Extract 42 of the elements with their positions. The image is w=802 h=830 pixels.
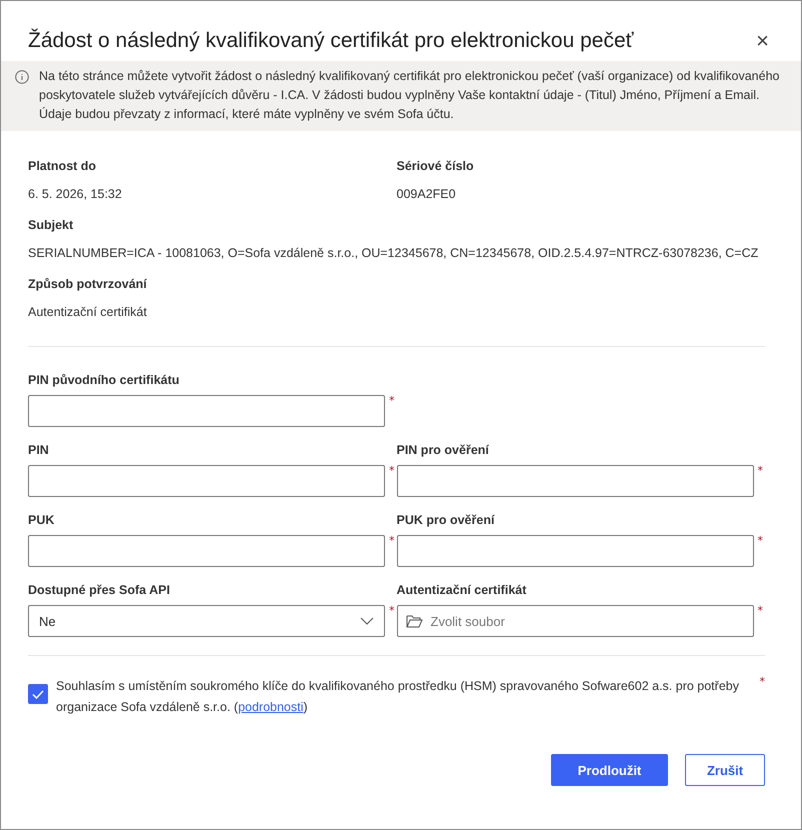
details-link[interactable]: podrobnosti xyxy=(238,700,304,714)
required-mark: * xyxy=(389,465,394,476)
input-field[interactable] xyxy=(28,395,385,427)
field-label: PIN pro ověření xyxy=(396,443,490,457)
dialog-title: Žádost o následný kvalifikovaný certifikát pro elektronickou pečeť xyxy=(28,29,634,53)
consent-text: Souhlasím s umístěním soukromého klíče do kvalifikovaného prostředku (HSM) spravovaného Sofware602 a.s. pro potřeby organizace Sofa vzdáleně s.r.o. (podrobnosti) xyxy=(56,678,740,716)
select-field[interactable]: Ne xyxy=(28,605,385,637)
required-mark: * xyxy=(758,605,763,616)
info-icon xyxy=(15,70,29,84)
check-icon xyxy=(32,690,44,698)
input-field[interactable] xyxy=(396,465,754,497)
field-label: PUK pro ověření xyxy=(396,513,496,527)
chevron-down-icon xyxy=(360,617,374,625)
required-mark: * xyxy=(760,676,765,687)
required-mark: * xyxy=(389,395,394,406)
cancel-button[interactable]: Zrušit xyxy=(685,754,765,786)
field-label: PIN původního certifikátu xyxy=(28,373,180,387)
input-field[interactable] xyxy=(28,535,385,567)
detail-label: Platnost do xyxy=(28,159,98,173)
field-label: PIN xyxy=(28,443,50,457)
close-button[interactable]: × xyxy=(752,30,773,52)
info-text: Na této stránce můžete vytvořit žádost o následný kvalifikovaný certifikát pro elektronickou pečeť (vaší organizace) od kvalifikovaného poskytovatele služeb vytvářejících důvěru - I.CA. V žádosti budou vyplněny Vaše kontaktní údaje - (Titul) Jméno, Příjmení a Email. Údaje budou převzaty z informací, které máte vyplněny ve svém Sofa účtu. xyxy=(39,68,780,123)
required-mark: * xyxy=(389,605,394,616)
detail-label: Subjekt xyxy=(28,218,74,232)
file-field[interactable]: Zvolit soubor xyxy=(396,605,754,637)
detail-value: SERIALNUMBER=ICA - 10081063, O=Sofa vzdáleně s.r.o., OU=12345678, CN=12345678, OID.2.5.4.97=NTRCZ-63078236, C=CZ xyxy=(28,245,760,262)
detail-label: Způsob potvrzování xyxy=(28,277,148,291)
detail-value: 6. 5. 2026, 15:32 xyxy=(28,186,123,203)
detail-label: Sériové číslo xyxy=(396,159,475,173)
required-mark: * xyxy=(758,465,763,476)
input-field[interactable] xyxy=(396,535,754,567)
submit-button[interactable]: Prodloužit xyxy=(551,754,668,786)
input-field[interactable] xyxy=(28,465,385,497)
field-label: Autentizační certifikát xyxy=(396,583,528,597)
field-label: Dostupné přes Sofa API xyxy=(28,583,171,597)
field-label: PUK xyxy=(28,513,56,527)
consent-checkbox[interactable] xyxy=(28,684,48,704)
detail-value: Autentizační certifikát xyxy=(28,304,148,321)
required-mark: * xyxy=(758,535,763,546)
folder-icon xyxy=(406,614,422,628)
detail-value: 009A2FE0 xyxy=(396,186,457,203)
required-mark: * xyxy=(389,535,394,546)
